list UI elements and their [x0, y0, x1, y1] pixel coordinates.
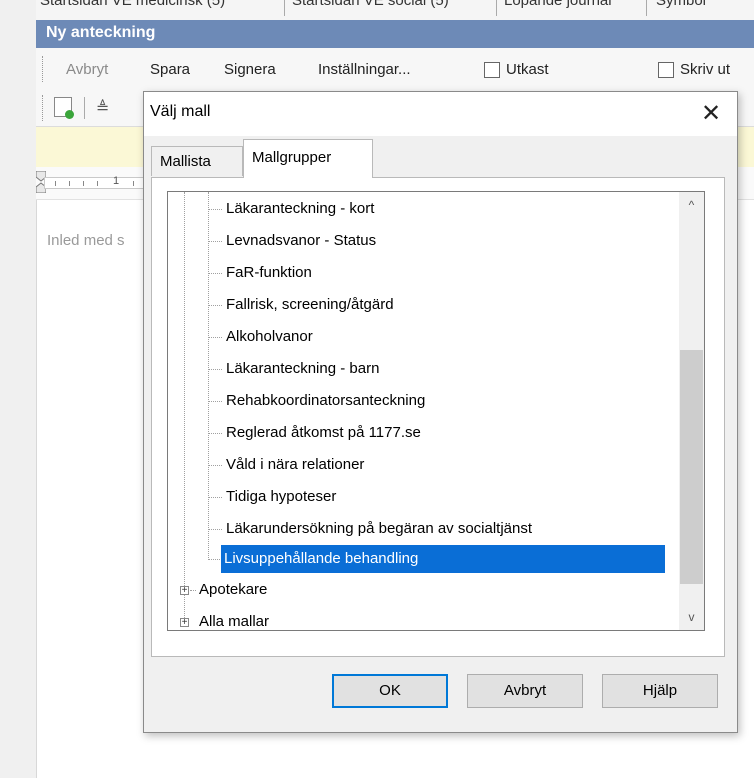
- tree-guide-line: [208, 192, 209, 560]
- top-tab-symbol[interactable]: Symbol: [656, 0, 706, 11]
- close-icon[interactable]: ✕: [693, 96, 729, 132]
- expand-plus-icon[interactable]: +: [180, 618, 189, 628]
- tree-item-fallrisk[interactable]: Fallrisk, screening/åtgärd: [223, 291, 397, 319]
- tree-item-vald-i-nara-relationer[interactable]: Våld i nära relationer: [223, 451, 367, 479]
- tab-mallista[interactable]: Mallista: [151, 146, 243, 176]
- ruler-tick: [55, 181, 56, 186]
- toolbar-separator: [84, 97, 85, 119]
- top-tab-row: Startsidan VE medicinsk (5) Startsidan V…: [36, 0, 754, 21]
- window-title-bar: Ny anteckning: [36, 20, 754, 48]
- ruler-scale: 1: [44, 175, 154, 189]
- tree-item-livsuppehallande-behandling[interactable]: Livsuppehållande behandling: [221, 545, 665, 573]
- tree-guide-line: [184, 192, 185, 626]
- top-tab-separator: [646, 0, 647, 16]
- help-button[interactable]: Hjälp: [602, 674, 718, 708]
- tree-branch: [208, 209, 222, 210]
- tab-mallgrupper[interactable]: Mallgrupper: [243, 139, 373, 178]
- ruler-number: 1: [113, 175, 120, 187]
- tree-branch: [208, 433, 222, 434]
- ruler-tick: [83, 181, 84, 186]
- expand-plus-icon[interactable]: +: [180, 586, 189, 596]
- menu-signera[interactable]: Signera: [224, 61, 276, 78]
- scroll-down-arrow-icon[interactable]: v: [679, 604, 704, 630]
- scroll-up-arrow-icon[interactable]: ^: [679, 192, 704, 218]
- top-tab-separator: [496, 0, 497, 16]
- tree-branch: [208, 465, 222, 466]
- menu-installningar[interactable]: Inställningar...: [318, 61, 411, 78]
- toolbar-grip: [42, 95, 45, 121]
- skriv-ut-checkbox[interactable]: [658, 62, 674, 78]
- menu-spara[interactable]: Spara: [150, 61, 190, 78]
- tree-branch: [208, 337, 222, 338]
- top-tab-lopande-journal[interactable]: Löpande journal: [504, 0, 612, 11]
- tree-item-alla-mallar[interactable]: Alla mallar: [196, 608, 272, 630]
- top-tab-medicinsk[interactable]: Startsidan VE medicinsk (5): [40, 0, 225, 11]
- ok-button[interactable]: OK: [332, 674, 448, 708]
- cancel-button[interactable]: Avbryt: [467, 674, 583, 708]
- dialog-title-bar: Välj mall ✕: [144, 92, 737, 136]
- dialog-title: Välj mall: [150, 103, 211, 120]
- window-title: Ny anteckning: [46, 24, 156, 41]
- tree-item-rehabkoordinatorsanteckning[interactable]: Rehabkoordinatorsanteckning: [223, 387, 428, 415]
- align-icon[interactable]: ≜: [96, 98, 109, 118]
- tree-branch: [208, 497, 222, 498]
- top-tab-separator: [284, 0, 285, 16]
- scroll-thumb[interactable]: [680, 350, 703, 584]
- tree-item-tidiga-hypoteser[interactable]: Tidiga hypoteser: [223, 483, 339, 511]
- left-panel-strip: [0, 0, 37, 778]
- choose-template-dialog: Välj mall ✕ Mallista Mallgrupper Läkaran…: [143, 91, 738, 733]
- tree-branch: [208, 273, 222, 274]
- tree-scrollbar[interactable]: ^ v: [679, 192, 704, 630]
- tree-item-reglerad-atkomst[interactable]: Reglerad åtkomst på 1177.se: [223, 419, 424, 447]
- ruler-tick: [69, 181, 70, 186]
- tree-branch: [208, 529, 222, 530]
- tree-branch: [208, 305, 222, 306]
- tree-item-lakaranteckning-barn[interactable]: Läkaranteckning - barn: [223, 355, 382, 383]
- tree-branch: [208, 401, 222, 402]
- utkast-label: Utkast: [506, 61, 549, 78]
- new-document-icon[interactable]: [54, 97, 74, 119]
- menu-grip: [42, 56, 45, 82]
- tree-item-lakarundersokning-socialtjanst[interactable]: Läkarundersökning på begäran av socialtj…: [223, 515, 535, 543]
- template-tree[interactable]: Läkaranteckning - kort Levnadsvanor - St…: [167, 191, 705, 631]
- tree-item-apotekare[interactable]: Apotekare: [196, 576, 270, 604]
- tree-branch: [208, 559, 222, 560]
- menu-avbryt[interactable]: Avbryt: [66, 61, 108, 78]
- top-tab-social[interactable]: Startsidan VE social (5): [292, 0, 449, 11]
- menu-bar: Avbryt Spara Signera Inställningar... Ut…: [36, 48, 754, 90]
- tree-item-levnadsvanor-status[interactable]: Levnadsvanor - Status: [223, 227, 379, 255]
- tree-branch: [208, 241, 222, 242]
- ruler-tick: [133, 181, 134, 186]
- utkast-checkbox[interactable]: [484, 62, 500, 78]
- tree-item-alkoholvanor[interactable]: Alkoholvanor: [223, 323, 316, 351]
- tree-item-far-funktion[interactable]: FaR-funktion: [223, 259, 315, 287]
- skriv-ut-label: Skriv ut: [680, 61, 731, 78]
- tree-branch: [208, 369, 222, 370]
- ruler-tick: [97, 181, 98, 186]
- editor-placeholder[interactable]: Inled med s: [47, 232, 125, 249]
- tree-item-lakaranteckning-kort[interactable]: Läkaranteckning - kort: [223, 195, 377, 223]
